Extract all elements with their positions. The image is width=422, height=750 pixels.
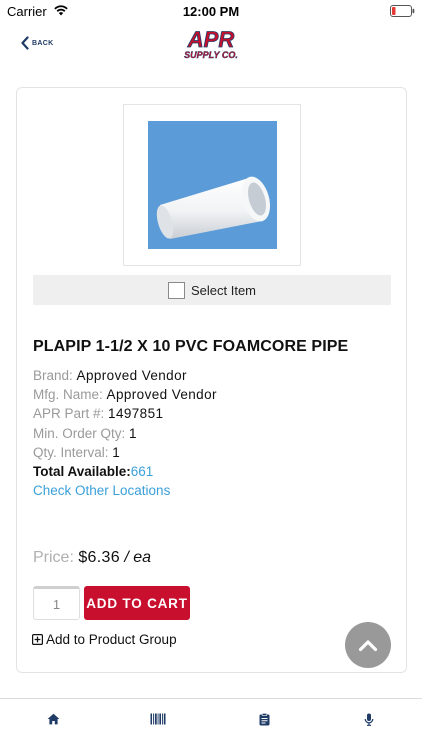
back-button[interactable]: BACK	[20, 34, 53, 52]
select-item-toggle[interactable]: Select Item	[33, 275, 391, 305]
select-item-checkbox[interactable]	[167, 281, 185, 299]
min-qty-value: 1	[129, 426, 137, 441]
brand-value: Approved Vendor	[76, 368, 187, 383]
tab-orders[interactable]	[256, 711, 272, 727]
price-separator: /	[124, 549, 129, 566]
chevron-up-icon	[358, 639, 378, 651]
add-to-cart-button[interactable]: ADD TO CART	[84, 586, 190, 620]
app-header: BACK APR SUPPLY CO.	[0, 22, 422, 66]
price-label: Price:	[33, 549, 74, 566]
svg-text:SUPPLY CO.: SUPPLY CO.	[184, 50, 238, 60]
part-row: APR Part #: 1497851	[33, 406, 163, 421]
brand-label: Brand:	[33, 368, 73, 383]
product-card: Select Item PLAPIP 1-1/2 X 10 PVC FOAMCO…	[16, 87, 407, 673]
product-image[interactable]	[148, 121, 277, 249]
add-to-product-group-label: Add to Product Group	[46, 632, 177, 647]
total-available-label: Total Available:	[33, 464, 131, 479]
total-available-row: Total Available:661	[33, 464, 153, 479]
mfg-value: Approved Vendor	[106, 387, 217, 402]
price-row: Price: $6.36 / ea	[33, 549, 151, 567]
check-other-locations-link[interactable]: Check Other Locations	[33, 483, 170, 498]
interval-value: 1	[112, 445, 121, 460]
price-value: $6.36	[78, 549, 120, 566]
status-bar: Carrier 12:00 PM	[0, 0, 422, 22]
mfg-row: Mfg. Name: Approved Vendor	[33, 387, 217, 402]
tab-voice[interactable]	[361, 711, 377, 727]
product-title: PLAPIP 1-1/2 X 10 PVC FOAMCORE PIPE	[33, 338, 349, 355]
svg-text:APR: APR	[187, 27, 235, 52]
bottom-tab-bar	[0, 698, 422, 750]
part-label: APR Part #:	[33, 406, 105, 421]
mfg-label: Mfg. Name:	[33, 387, 103, 402]
interval-label: Qty. Interval:	[33, 445, 109, 460]
barcode-icon	[150, 713, 166, 725]
price-unit: ea	[133, 549, 152, 566]
microphone-icon	[364, 713, 374, 726]
tab-barcode[interactable]	[150, 711, 166, 727]
apr-supply-logo[interactable]: APR SUPPLY CO.	[174, 26, 248, 62]
total-available-value[interactable]: 661	[131, 464, 154, 479]
back-label: BACK	[32, 39, 54, 47]
home-icon	[47, 713, 59, 725]
tab-home[interactable]	[45, 711, 61, 727]
scroll-to-top-button[interactable]	[345, 622, 391, 668]
plus-square-icon	[32, 634, 43, 645]
min-qty-label: Min. Order Qty:	[33, 426, 126, 441]
chevron-left-icon	[21, 36, 29, 50]
clipboard-icon	[259, 712, 269, 725]
select-item-label: Select Item	[190, 282, 257, 298]
quantity-input[interactable]	[33, 586, 80, 620]
product-image-frame	[123, 104, 301, 266]
status-time: 12:00 PM	[182, 4, 240, 19]
part-value: 1497851	[108, 406, 164, 421]
add-to-product-group-link[interactable]: Add to Product Group	[32, 632, 177, 647]
battery-low-icon	[390, 5, 415, 17]
min-qty-row: Min. Order Qty: 1	[33, 426, 137, 441]
interval-row: Qty. Interval: 1	[33, 445, 120, 460]
brand-row: Brand: Approved Vendor	[33, 368, 187, 383]
